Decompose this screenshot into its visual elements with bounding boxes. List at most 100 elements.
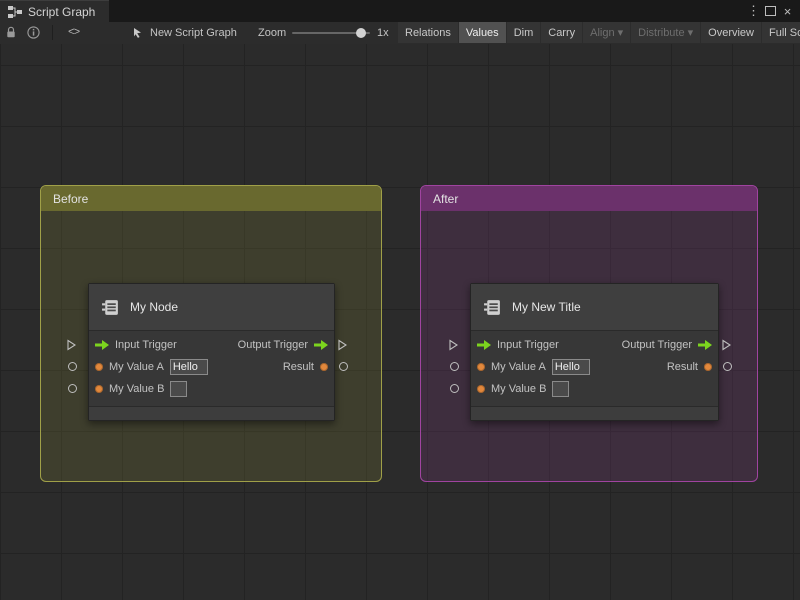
value-b-label: My Value B xyxy=(491,383,547,395)
result-label: Result xyxy=(282,361,314,373)
window-controls: ⋮ × xyxy=(745,0,800,22)
input-trigger-label: Input Trigger xyxy=(497,339,559,351)
fullscreen-button[interactable]: Full Scr xyxy=(761,22,800,43)
zoom-slider-track[interactable] xyxy=(292,27,370,38)
input-trigger-label: Input Trigger xyxy=(115,339,177,351)
node-my-node[interactable]: My Node Input Trigger Output Trigger My … xyxy=(88,283,335,421)
trigger-port-outline-icon xyxy=(67,339,77,351)
align-dropdown[interactable]: Align ▾ xyxy=(583,22,631,43)
node-footer xyxy=(471,406,718,420)
output-trigger-label: Output Trigger xyxy=(237,339,308,351)
external-value-b-port[interactable] xyxy=(450,384,459,393)
unit-node-icon xyxy=(102,299,118,315)
trigger-row: Input Trigger Output Trigger xyxy=(471,334,718,356)
close-icon: × xyxy=(783,3,792,19)
window-menu-button[interactable]: ⋮ xyxy=(745,2,762,20)
value-b-row: My Value B xyxy=(89,378,334,400)
external-output-trigger-port[interactable] xyxy=(722,338,732,356)
titlebar: Script Graph ⋮ × xyxy=(0,0,800,22)
unit-node-icon xyxy=(484,299,500,315)
trigger-row: Input Trigger Output Trigger xyxy=(89,334,334,356)
value-b-input[interactable] xyxy=(552,381,570,397)
chevron-down-icon: ▾ xyxy=(617,27,624,39)
external-value-b-port[interactable] xyxy=(68,384,77,393)
maximize-button[interactable] xyxy=(762,2,779,20)
zoom-value: 1x xyxy=(377,26,389,39)
relations-button[interactable]: Relations xyxy=(398,22,458,43)
info-button[interactable] xyxy=(27,22,40,43)
script-graph-icon xyxy=(8,5,22,18)
value-a-input[interactable] xyxy=(551,359,590,375)
value-b-input[interactable] xyxy=(170,381,188,397)
distribute-dropdown[interactable]: Distribute ▾ xyxy=(631,22,701,43)
graph-canvas[interactable]: Before After My Node Input Trigger Outpu… xyxy=(0,44,800,600)
value-b-port[interactable] xyxy=(477,385,485,393)
toolbar-separator xyxy=(52,25,53,40)
trigger-port-outline-icon xyxy=(449,339,459,351)
result-port[interactable] xyxy=(320,363,328,371)
graph-pointer-icon xyxy=(134,27,141,38)
value-a-label: My Value A xyxy=(491,361,546,373)
external-value-a-port[interactable] xyxy=(68,362,77,371)
carry-button[interactable]: Carry xyxy=(541,22,583,43)
output-trigger-port[interactable] xyxy=(698,340,712,350)
group-before-header[interactable]: Before xyxy=(41,186,381,211)
trigger-port-outline-icon xyxy=(722,339,732,351)
trigger-arrow-icon xyxy=(95,340,109,350)
result-label: Result xyxy=(666,361,698,373)
external-input-trigger-port[interactable] xyxy=(449,338,459,356)
maximize-icon xyxy=(765,6,776,16)
node-footer xyxy=(89,406,334,420)
dim-button[interactable]: Dim xyxy=(506,22,541,43)
toolbar: <> New Script Graph Zoom 1x Relations Va… xyxy=(0,22,800,45)
value-a-row: My Value A Result xyxy=(471,356,718,378)
tab-title: Script Graph xyxy=(28,4,96,19)
value-a-input[interactable] xyxy=(169,359,208,375)
input-trigger-port[interactable] xyxy=(95,340,109,350)
value-b-label: My Value B xyxy=(109,383,165,395)
chevron-down-icon: ▾ xyxy=(687,27,694,39)
graph-name-label: New Script Graph xyxy=(150,26,237,39)
external-input-trigger-port[interactable] xyxy=(67,338,77,356)
info-icon xyxy=(27,26,40,39)
lock-button[interactable] xyxy=(5,22,17,43)
trigger-arrow-icon xyxy=(477,340,491,350)
value-a-port[interactable] xyxy=(95,363,103,371)
tab-script-graph[interactable]: Script Graph xyxy=(0,0,110,22)
script-graph-window: Script Graph ⋮ × <> New Script Graph Zoo… xyxy=(0,0,800,600)
group-title: After xyxy=(433,191,459,206)
trigger-arrow-icon xyxy=(698,340,712,350)
external-result-port[interactable] xyxy=(723,362,732,371)
value-a-row: My Value A Result xyxy=(89,356,334,378)
lock-icon xyxy=(7,26,15,38)
node-my-new-title[interactable]: My New Title Input Trigger Output Trigge… xyxy=(470,283,719,421)
value-b-row: My Value B xyxy=(471,378,718,400)
external-result-port[interactable] xyxy=(339,362,348,371)
external-value-a-port[interactable] xyxy=(450,362,459,371)
output-trigger-port[interactable] xyxy=(314,340,328,350)
node-title: My New Title xyxy=(512,300,581,314)
result-port[interactable] xyxy=(704,363,712,371)
values-button[interactable]: Values xyxy=(458,22,506,43)
output-trigger-label: Output Trigger xyxy=(621,339,692,351)
node-rows: Input Trigger Output Trigger My Value A … xyxy=(89,331,334,400)
group-title: Before xyxy=(53,191,89,206)
trigger-port-outline-icon xyxy=(338,339,348,351)
toolbar-buttons: Relations Values Dim Carry Align ▾ Distr… xyxy=(398,22,800,43)
overview-button[interactable]: Overview xyxy=(701,22,761,43)
close-button[interactable]: × xyxy=(779,2,796,20)
group-after-header[interactable]: After xyxy=(421,186,757,211)
zoom-slider-handle[interactable] xyxy=(356,27,366,38)
edit-source-button[interactable]: <> xyxy=(68,22,80,43)
value-a-port[interactable] xyxy=(477,363,485,371)
node-header: My New Title xyxy=(471,284,718,331)
zoom-slider[interactable] xyxy=(292,22,370,43)
input-trigger-port[interactable] xyxy=(477,340,491,350)
graph-breadcrumb[interactable]: New Script Graph xyxy=(132,22,237,43)
value-b-port[interactable] xyxy=(95,385,103,393)
value-a-label: My Value A xyxy=(109,361,164,373)
node-header: My Node xyxy=(89,284,334,331)
external-output-trigger-port[interactable] xyxy=(338,338,348,356)
trigger-arrow-icon xyxy=(314,340,328,350)
zoom-label: Zoom xyxy=(258,26,287,39)
